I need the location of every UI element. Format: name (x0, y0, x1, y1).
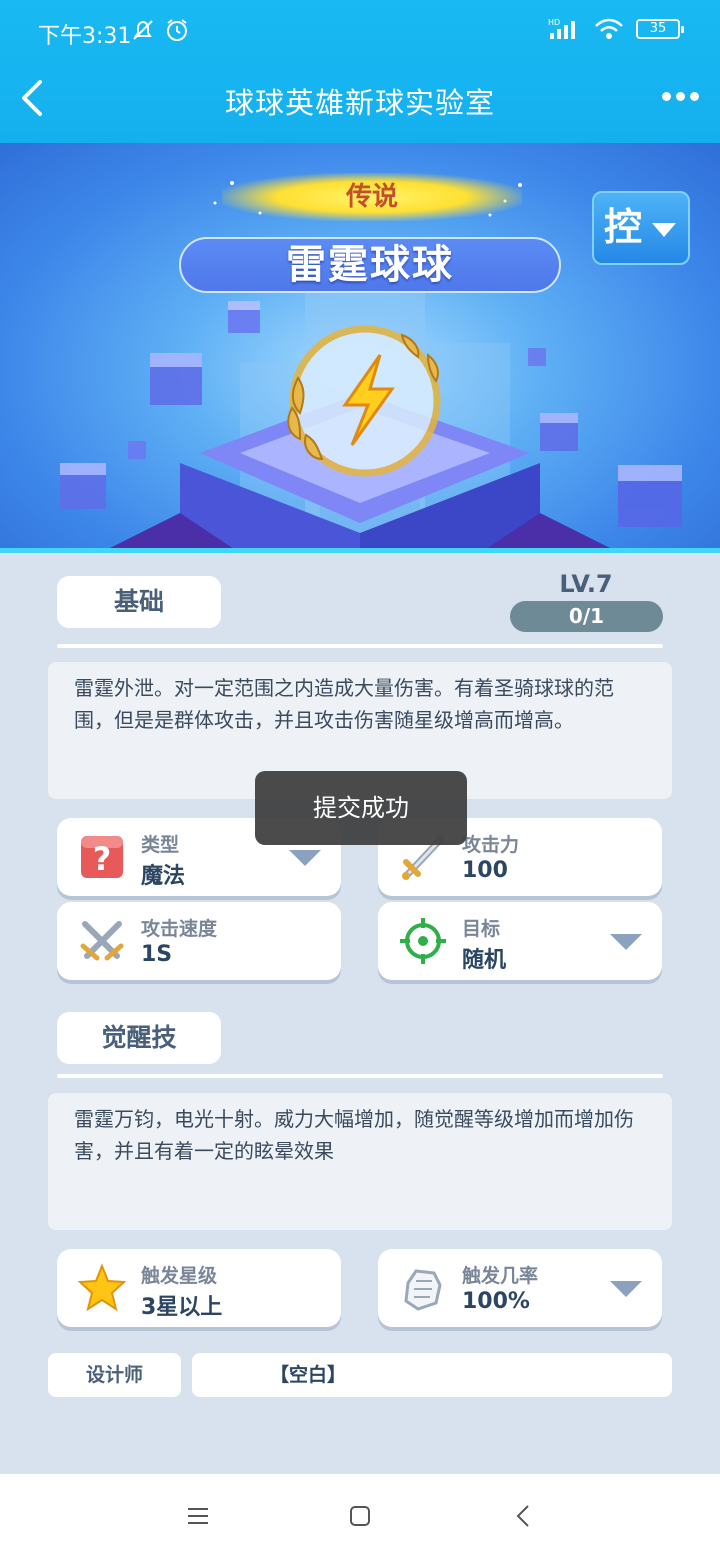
hero-banner: 传说 雷霆球球 控 (0, 143, 720, 553)
signal-icon: HD (548, 18, 575, 39)
stat-value: 1S (141, 942, 173, 967)
stat-card-attack-speed: 攻击速度 1S (57, 902, 341, 980)
hero-name: 雷霆球球 (179, 237, 561, 293)
star-icon (77, 1263, 127, 1312)
chevron-down-icon (610, 1281, 642, 1297)
basic-divider (57, 644, 663, 648)
menu-icon[interactable] (186, 1504, 210, 1528)
top-bar: 下午3:31 HD 35 球球英雄新球实验室 (0, 0, 720, 143)
fist-icon (404, 1269, 442, 1311)
system-nav-bar (0, 1474, 720, 1560)
stat-key: 攻击速度 (141, 918, 218, 940)
home-icon[interactable] (348, 1504, 372, 1528)
status-time: 下午3:31 (38, 24, 132, 49)
designer-value: 【空白】 (192, 1353, 672, 1397)
basic-section-label: 基础 (57, 576, 221, 628)
more-options-icon[interactable] (662, 86, 702, 106)
control-dropdown-button[interactable]: 控 (592, 191, 690, 265)
designer-label: 设计师 (48, 1353, 181, 1397)
mute-bell-icon (133, 20, 153, 40)
stat-card-target[interactable]: 目标 随机 (378, 902, 662, 980)
page-title: 球球英雄新球实验室 (224, 86, 495, 120)
level-label: LV.7 (559, 570, 613, 598)
awaken-section-label: 觉醒技 (57, 1012, 221, 1064)
awaken-divider (57, 1074, 663, 1078)
chevron-down-icon (289, 850, 321, 866)
stat-key: 攻击力 (462, 834, 520, 856)
stat-value: 100% (462, 1289, 530, 1314)
awaken-description: 雷霆万钧，电光十射。威力大幅增加，随觉醒等级增加而增加伤害，并且有着一定的眩晕效… (48, 1093, 672, 1230)
battery-indicator: 35 (636, 19, 684, 39)
stat-card-trigger-star: 触发星级 3星以上 (57, 1249, 341, 1327)
stat-key: 触发星级 (141, 1265, 218, 1287)
target-crosshair-icon (400, 918, 446, 964)
wifi-icon (595, 18, 623, 39)
chevron-down-icon (610, 934, 642, 950)
hero-divider (0, 548, 720, 553)
status-right: HD 35 (548, 17, 684, 41)
stat-card-trigger-rate[interactable]: 触发几率 100% (378, 1249, 662, 1327)
control-label: 控 (604, 205, 643, 249)
hd-label: HD (548, 18, 560, 27)
stat-value: 随机 (462, 948, 507, 973)
crossed-swords-icon (80, 921, 124, 961)
app-header: 球球英雄新球实验室 (0, 62, 720, 134)
level-progress: 0/1 (510, 601, 663, 632)
alarm-icon (167, 19, 187, 41)
stat-value: 魔法 (141, 864, 186, 889)
back-nav-icon[interactable] (512, 1504, 536, 1528)
status-bar: 下午3:31 HD 35 (0, 0, 720, 62)
stat-key: 触发几率 (462, 1265, 539, 1287)
stat-key: 目标 (462, 918, 501, 940)
chevron-down-icon (652, 223, 676, 237)
svg-text:?: ? (93, 840, 112, 878)
stat-value: 100 (462, 858, 508, 883)
stat-value: 3星以上 (141, 1295, 223, 1320)
question-mark-icon: ? (81, 836, 123, 878)
stat-key: 类型 (141, 834, 180, 856)
toast-message: 提交成功 (255, 771, 467, 845)
rarity-badge: 传说 (222, 173, 522, 221)
